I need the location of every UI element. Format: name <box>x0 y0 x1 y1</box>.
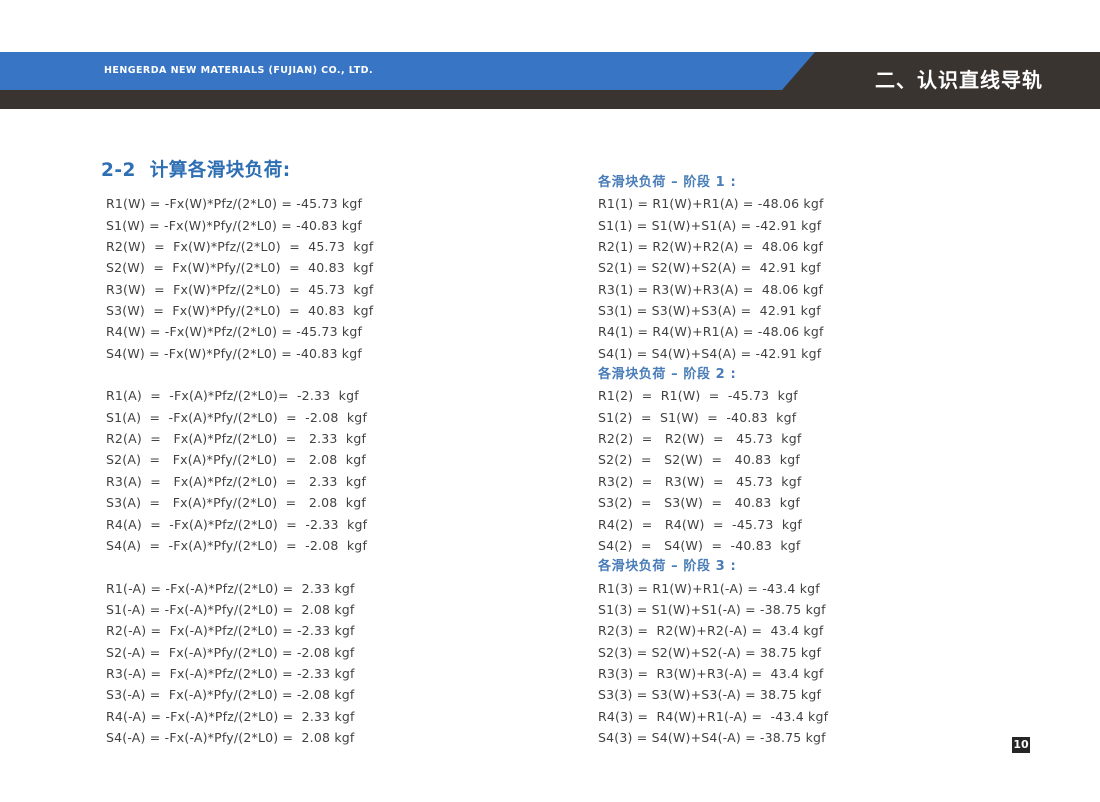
formula-line: S1(1) = S1(W)+S1(A) = -42.91 kgf <box>598 215 828 236</box>
formula-line: R2(2) = R2(W) = 45.73 kgf <box>598 428 828 449</box>
formula-line: S1(2) = S1(W) = -40.83 kgf <box>598 407 828 428</box>
formula-line: S4(W) = -Fx(W)*Pfy/(2*L0) = -40.83 kgf <box>106 343 374 364</box>
formula-line: S1(3) = S1(W)+S1(-A) = -38.75 kgf <box>598 599 828 620</box>
stage-2-header: 各滑块负荷 – 阶段 2 : <box>598 364 828 385</box>
formula-line: S2(3) = S2(W)+S2(-A) = 38.75 kgf <box>598 642 828 663</box>
formula-line: R3(-A) = Fx(-A)*Pfz/(2*L0) = -2.33 kgf <box>106 663 374 684</box>
formula-line: R2(A) = Fx(A)*Pfz/(2*L0) = 2.33 kgf <box>106 428 374 449</box>
left-column: R1(W) = -Fx(W)*Pfz/(2*L0) = -45.73 kgf S… <box>106 172 374 748</box>
formula-line: S2(W) = Fx(W)*Pfy/(2*L0) = 40.83 kgf <box>106 257 374 278</box>
formula-line: R1(-A) = -Fx(-A)*Pfz/(2*L0) = 2.33 kgf <box>106 578 374 599</box>
formula-line: S1(W) = -Fx(W)*Pfy/(2*L0) = -40.83 kgf <box>106 215 374 236</box>
spacer-row <box>106 172 374 193</box>
formula-line: R3(3) = R3(W)+R3(-A) = 43.4 kgf <box>598 663 828 684</box>
formula-line: S4(2) = S4(W) = -40.83 kgf <box>598 535 828 556</box>
formula-line: R4(3) = R4(W)+R1(-A) = -43.4 kgf <box>598 706 828 727</box>
formula-line: S4(3) = S4(W)+S4(-A) = -38.75 kgf <box>598 727 828 748</box>
formula-line: S3(1) = S3(W)+S3(A) = 42.91 kgf <box>598 300 828 321</box>
formula-line: S3(3) = S3(W)+S3(-A) = 38.75 kgf <box>598 684 828 705</box>
formula-line: R1(W) = -Fx(W)*Pfz/(2*L0) = -45.73 kgf <box>106 193 374 214</box>
formula-line: R4(1) = R4(W)+R1(A) = -48.06 kgf <box>598 321 828 342</box>
formula-line: R4(A) = -Fx(A)*Pfz/(2*L0) = -2.33 kgf <box>106 514 374 535</box>
formula-line: R1(3) = R1(W)+R1(-A) = -43.4 kgf <box>598 578 828 599</box>
section-title: 二、认识直线导轨 <box>875 52 1043 109</box>
formula-line: R2(W) = Fx(W)*Pfz/(2*L0) = 45.73 kgf <box>106 236 374 257</box>
formula-line: R3(1) = R3(W)+R3(A) = 48.06 kgf <box>598 279 828 300</box>
formula-line: R2(1) = R2(W)+R2(A) = 48.06 kgf <box>598 236 828 257</box>
formula-line: S3(A) = Fx(A)*Pfy/(2*L0) = 2.08 kgf <box>106 492 374 513</box>
right-column: 各滑块负荷 – 阶段 1 : R1(1) = R1(W)+R1(A) = -48… <box>598 172 828 748</box>
formula-line: R4(2) = R4(W) = -45.73 kgf <box>598 514 828 535</box>
formula-line: R3(2) = R3(W) = 45.73 kgf <box>598 471 828 492</box>
formula-line: S4(1) = S4(W)+S4(A) = -42.91 kgf <box>598 343 828 364</box>
header-blue-ribbon: HENGERDA NEW MATERIALS (FUJIAN) CO., LTD… <box>0 52 815 90</box>
slide: 二、认识直线导轨 HENGERDA NEW MATERIALS (FUJIAN)… <box>0 0 1100 802</box>
formula-line: R4(W) = -Fx(W)*Pfz/(2*L0) = -45.73 kgf <box>106 321 374 342</box>
formula-line: R1(A) = -Fx(A)*Pfz/(2*L0)= -2.33 kgf <box>106 385 374 406</box>
spacer-row <box>106 364 374 385</box>
formula-line: R3(W) = Fx(W)*Pfz/(2*L0) = 45.73 kgf <box>106 279 374 300</box>
formula-line: S2(-A) = Fx(-A)*Pfy/(2*L0) = -2.08 kgf <box>106 642 374 663</box>
formula-line: R3(A) = Fx(A)*Pfz/(2*L0) = 2.33 kgf <box>106 471 374 492</box>
formula-line: R4(-A) = -Fx(-A)*Pfz/(2*L0) = 2.33 kgf <box>106 706 374 727</box>
page-number-badge: 10 <box>1012 737 1030 753</box>
formula-line: R1(2) = R1(W) = -45.73 kgf <box>598 385 828 406</box>
formula-line: S2(1) = S2(W)+S2(A) = 42.91 kgf <box>598 257 828 278</box>
formula-line: R2(3) = R2(W)+R2(-A) = 43.4 kgf <box>598 620 828 641</box>
stage-3-header: 各滑块负荷 – 阶段 3 : <box>598 556 828 577</box>
formula-line: S1(A) = -Fx(A)*Pfy/(2*L0) = -2.08 kgf <box>106 407 374 428</box>
formula-line: R1(1) = R1(W)+R1(A) = -48.06 kgf <box>598 193 828 214</box>
formula-line: R2(-A) = Fx(-A)*Pfz/(2*L0) = -2.33 kgf <box>106 620 374 641</box>
formula-line: S1(-A) = -Fx(-A)*Pfy/(2*L0) = 2.08 kgf <box>106 599 374 620</box>
formula-line: S4(-A) = -Fx(-A)*Pfy/(2*L0) = 2.08 kgf <box>106 727 374 748</box>
company-name: HENGERDA NEW MATERIALS (FUJIAN) CO., LTD… <box>104 52 373 90</box>
formula-line: S2(2) = S2(W) = 40.83 kgf <box>598 449 828 470</box>
spacer-row <box>106 556 374 577</box>
formula-line: S3(2) = S3(W) = 40.83 kgf <box>598 492 828 513</box>
formula-line: S3(-A) = Fx(-A)*Pfy/(2*L0) = -2.08 kgf <box>106 684 374 705</box>
formula-line: S2(A) = Fx(A)*Pfy/(2*L0) = 2.08 kgf <box>106 449 374 470</box>
formula-line: S3(W) = Fx(W)*Pfy/(2*L0) = 40.83 kgf <box>106 300 374 321</box>
formula-line: S4(A) = -Fx(A)*Pfy/(2*L0) = -2.08 kgf <box>106 535 374 556</box>
stage-1-header: 各滑块负荷 – 阶段 1 : <box>598 172 828 193</box>
